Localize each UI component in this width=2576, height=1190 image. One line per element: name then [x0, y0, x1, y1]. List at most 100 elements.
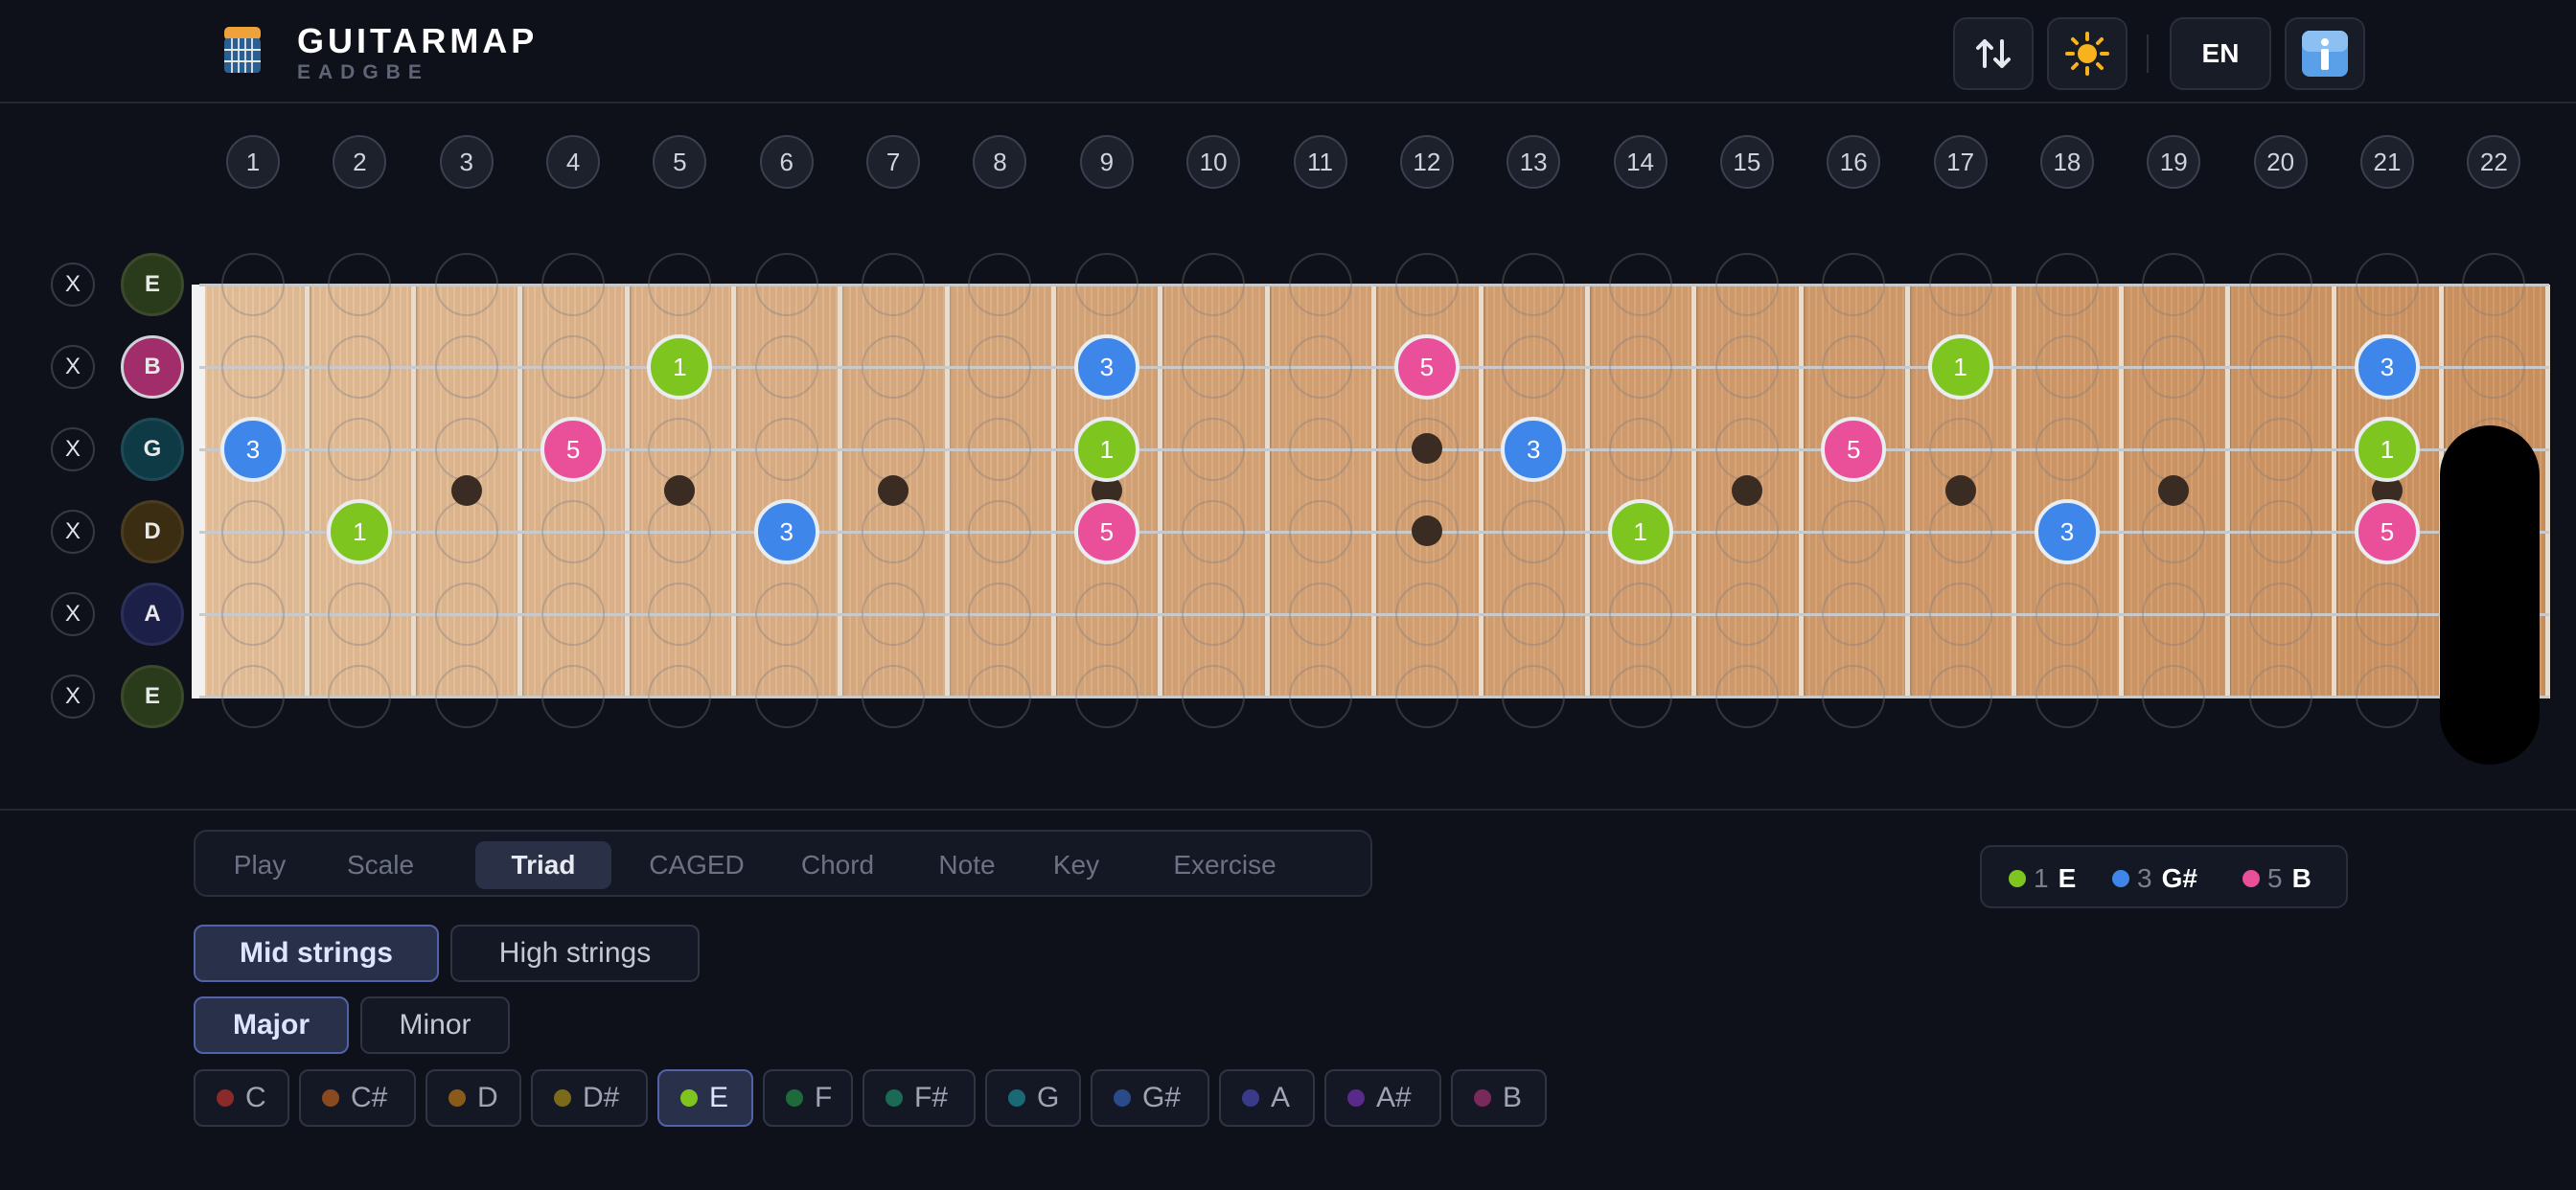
fret-position[interactable]: [541, 500, 606, 563]
mute-toggle[interactable]: X: [51, 263, 95, 307]
open-string-note[interactable]: D: [121, 500, 184, 563]
fret-position[interactable]: [541, 665, 606, 728]
fret-position[interactable]: [2142, 583, 2206, 646]
key-c-sharp[interactable]: C#: [299, 1069, 416, 1127]
fret-position[interactable]: [328, 418, 392, 481]
fret-position[interactable]: [1608, 583, 1672, 646]
fret-position[interactable]: [434, 500, 498, 563]
fret-position[interactable]: [862, 665, 926, 728]
fret-position[interactable]: [1288, 335, 1352, 399]
fret-position[interactable]: [648, 583, 712, 646]
fret-position[interactable]: [2035, 335, 2099, 399]
fret-position[interactable]: [2035, 583, 2099, 646]
fret-position[interactable]: [968, 500, 1032, 563]
triad-note[interactable]: 3: [2355, 334, 2420, 400]
fret-position[interactable]: [862, 500, 926, 563]
mute-toggle[interactable]: X: [51, 427, 95, 471]
triad-note[interactable]: 3: [220, 417, 286, 482]
fret-position[interactable]: [862, 253, 926, 316]
fret-position[interactable]: [754, 418, 818, 481]
fret-position[interactable]: [2248, 253, 2312, 316]
tab-caged[interactable]: CAGED: [629, 841, 765, 889]
fret-position[interactable]: [1608, 253, 1672, 316]
tab-chord[interactable]: Chord: [780, 841, 895, 889]
fret-position[interactable]: [648, 253, 712, 316]
fret-position[interactable]: [862, 418, 926, 481]
fret-position[interactable]: [328, 335, 392, 399]
fret-position[interactable]: [434, 665, 498, 728]
fret-position[interactable]: [2356, 583, 2419, 646]
fret-position[interactable]: [2356, 665, 2419, 728]
triad-note[interactable]: 3: [1073, 334, 1139, 400]
fret-position[interactable]: [434, 335, 498, 399]
key-g-sharp[interactable]: G#: [1091, 1069, 1209, 1127]
fret-position[interactable]: [434, 253, 498, 316]
quality-major[interactable]: Major: [194, 996, 349, 1054]
fret-position[interactable]: [1928, 665, 1992, 728]
fret-position[interactable]: [2035, 418, 2099, 481]
tab-scale[interactable]: Scale: [328, 841, 433, 889]
fret-position[interactable]: [648, 665, 712, 728]
fret-position[interactable]: [648, 418, 712, 481]
fret-position[interactable]: [1182, 665, 1246, 728]
fret-position[interactable]: [434, 418, 498, 481]
triad-note[interactable]: 1: [2355, 417, 2420, 482]
fret-position[interactable]: [754, 583, 818, 646]
fret-position[interactable]: [2248, 335, 2312, 399]
fret-position[interactable]: [221, 665, 285, 728]
fret-position[interactable]: [1074, 665, 1138, 728]
fret-position[interactable]: [1182, 583, 1246, 646]
fret-position[interactable]: [1714, 665, 1779, 728]
fret-position[interactable]: [2462, 253, 2526, 316]
fret-position[interactable]: [2142, 665, 2206, 728]
fret-position[interactable]: [1288, 253, 1352, 316]
fret-position[interactable]: [2248, 418, 2312, 481]
fret-position[interactable]: [2035, 665, 2099, 728]
open-string-note[interactable]: E: [121, 253, 184, 316]
fret-position[interactable]: [221, 500, 285, 563]
triad-note[interactable]: 5: [1821, 417, 1887, 482]
triad-note[interactable]: 5: [540, 417, 607, 482]
fret-position[interactable]: [2248, 665, 2312, 728]
fret-position[interactable]: [1502, 500, 1566, 563]
fret-position[interactable]: [221, 335, 285, 399]
fret-position[interactable]: [1394, 253, 1459, 316]
fret-position[interactable]: [754, 253, 818, 316]
fret-position[interactable]: [221, 583, 285, 646]
fret-position[interactable]: [2356, 253, 2419, 316]
fret-position[interactable]: [1182, 500, 1246, 563]
triad-note[interactable]: 5: [2355, 499, 2420, 564]
swap-orientation-button[interactable]: [1953, 17, 2034, 90]
fret-position[interactable]: [968, 665, 1032, 728]
tab-play[interactable]: Play: [207, 841, 312, 889]
quality-minor[interactable]: Minor: [360, 996, 510, 1054]
key-d-sharp[interactable]: D#: [531, 1069, 648, 1127]
info-button[interactable]: [2285, 17, 2365, 90]
fret-position[interactable]: [1288, 418, 1352, 481]
fret-position[interactable]: [1822, 335, 1886, 399]
fret-position[interactable]: [434, 583, 498, 646]
fret-position[interactable]: [2462, 335, 2526, 399]
fret-position[interactable]: [1288, 500, 1352, 563]
fret-position[interactable]: [1822, 665, 1886, 728]
triad-note[interactable]: 5: [1073, 499, 1139, 564]
fret-position[interactable]: [1714, 500, 1779, 563]
string-set-mid-strings[interactable]: Mid strings: [194, 925, 439, 982]
fret-position[interactable]: [1288, 665, 1352, 728]
fret-position[interactable]: [1074, 253, 1138, 316]
fret-position[interactable]: [1928, 500, 1992, 563]
triad-note[interactable]: 1: [1927, 334, 1993, 400]
fret-position[interactable]: [1182, 335, 1246, 399]
fret-position[interactable]: [968, 253, 1032, 316]
fret-position[interactable]: [1502, 335, 1566, 399]
open-string-note[interactable]: E: [121, 665, 184, 728]
fret-position[interactable]: [968, 583, 1032, 646]
key-e[interactable]: E: [657, 1069, 753, 1127]
key-d[interactable]: D: [426, 1069, 521, 1127]
theme-toggle-button[interactable]: [2047, 17, 2128, 90]
key-g[interactable]: G: [985, 1069, 1081, 1127]
tab-exercise[interactable]: Exercise: [1137, 841, 1313, 889]
fret-position[interactable]: [1608, 335, 1672, 399]
key-b[interactable]: B: [1451, 1069, 1547, 1127]
fret-position[interactable]: [862, 335, 926, 399]
